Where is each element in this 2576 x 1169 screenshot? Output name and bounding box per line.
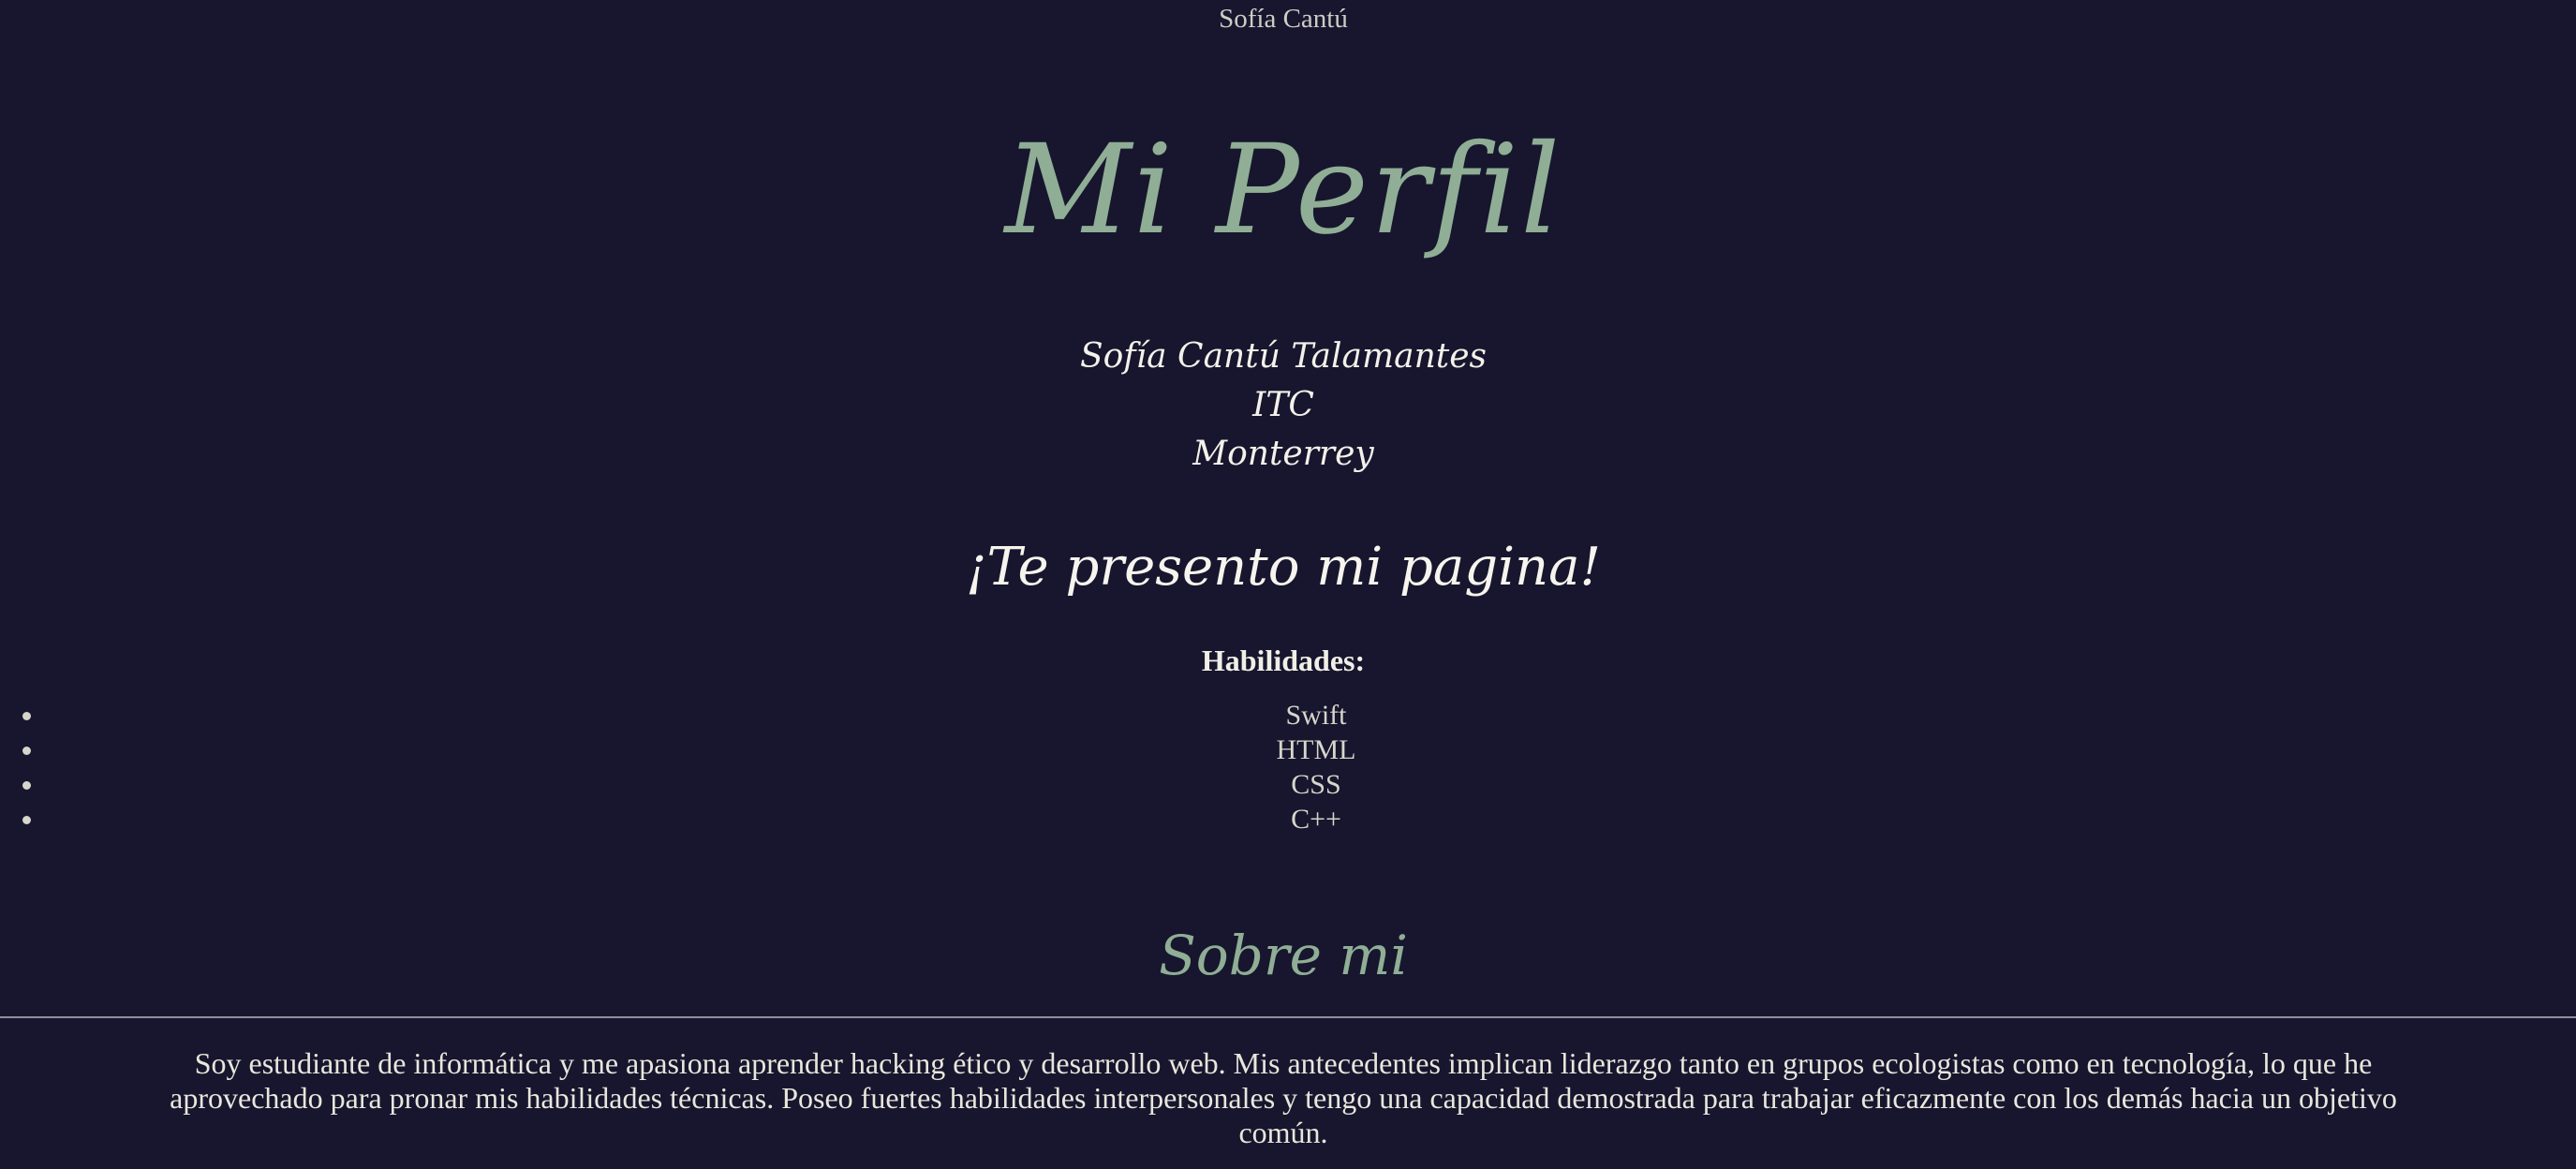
bullet-icon (22, 816, 31, 824)
skill-label: C++ (1291, 804, 1341, 835)
skill-item: C++ (0, 802, 2576, 836)
profile-name: Sofía Cantú Talamantes (1079, 337, 1488, 376)
skill-item: HTML (0, 732, 2576, 767)
header-author: Sofía Cantú (1219, 4, 1348, 34)
skill-label: CSS (1291, 769, 1341, 800)
about-text: Soy estudiante de informática y me apasi… (170, 1046, 2397, 1149)
page-title: Mi Perfil (1004, 118, 1562, 262)
skill-item: CSS (0, 767, 2576, 802)
bullet-icon (22, 747, 31, 755)
bullet-icon (22, 781, 31, 790)
skill-label: Swift (1285, 700, 1347, 731)
profile-info: Sofía Cantú Talamantes ITC Monterrey (0, 333, 2567, 479)
skills-heading: Habilidades: (1201, 644, 1366, 677)
skills-list: Swift HTML CSS C++ (0, 698, 2576, 836)
profile-career: ITC (1252, 386, 1314, 424)
section-divider (0, 1016, 2576, 1018)
profile-city: Monterrey (1192, 435, 1374, 473)
skill-item: Swift (0, 698, 2576, 732)
about-heading: Sobre mi (1159, 924, 1408, 987)
skill-label: HTML (1276, 734, 1356, 765)
bullet-icon (22, 712, 31, 720)
intro-heading: ¡Te presento mi pagina! (966, 537, 1601, 598)
